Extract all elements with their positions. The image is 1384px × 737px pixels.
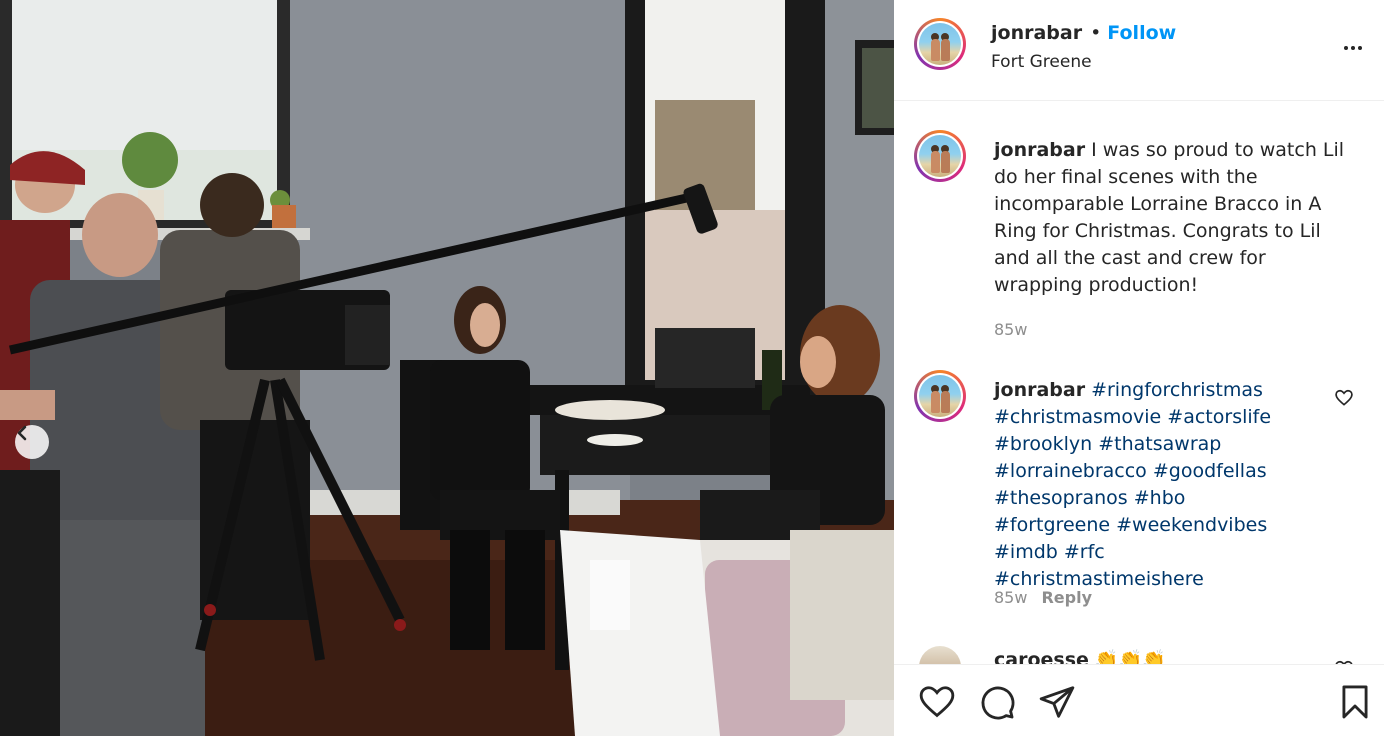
hashtag-link[interactable]: #hbo [1134, 487, 1186, 509]
reply-button[interactable]: Reply [1041, 588, 1092, 607]
hashtag-link[interactable]: #christmastimeishere [994, 568, 1204, 590]
comments-list[interactable]: jonrabar I was so proud to watch Lil do h… [894, 101, 1384, 664]
more-options-icon[interactable] [1341, 36, 1365, 60]
author-username[interactable]: jonrabar [991, 22, 1082, 44]
next-comment-text: caroesse 👏👏👏 [994, 647, 1359, 664]
comment-time[interactable]: 85w [994, 588, 1027, 607]
comment-username[interactable]: jonrabar [994, 379, 1085, 401]
comment-like-heart-icon[interactable] [1334, 388, 1354, 408]
separator-dot: • [1090, 22, 1102, 44]
previous-photo-button[interactable] [15, 425, 49, 459]
hashtag-link[interactable]: #thatsawrap [1098, 433, 1221, 455]
post-photo [0, 0, 894, 736]
action-bar [894, 664, 1384, 737]
hashtag-text-block: jonrabar #ringforchristmas #christmasmovi… [994, 377, 1294, 593]
author-avatar[interactable] [914, 18, 966, 70]
chevron-left-icon [17, 425, 27, 441]
hashtag-link[interactable]: #imdb [994, 541, 1058, 563]
hashtag-link[interactable]: #fortgreene [994, 514, 1110, 536]
comment-meta: 85w Reply [994, 588, 1092, 607]
hashtag-link[interactable]: #lorrainebracco [994, 460, 1147, 482]
caption-avatar[interactable] [914, 130, 966, 182]
hashtag-link[interactable]: #goodfellas [1153, 460, 1267, 482]
bookmark-icon[interactable] [1336, 683, 1374, 721]
post-side-panel: jonrabar • Follow Fort Greene jonrabar I wa… [894, 0, 1384, 737]
caption-text: I was so proud to watch Lil do her final… [994, 139, 1345, 296]
hashtag-link[interactable]: #christmasmovie [994, 406, 1161, 428]
next-comment-username[interactable]: caroesse [994, 649, 1089, 664]
hashtag-list: #ringforchristmas #christmasmovie #actor… [994, 379, 1271, 590]
hashtag-link[interactable]: #ringforchristmas [1091, 379, 1263, 401]
paper-plane-icon[interactable] [1038, 683, 1076, 721]
next-comment-emoji: 👏👏👏 [1094, 649, 1166, 664]
post-header: jonrabar • Follow Fort Greene [894, 0, 1384, 101]
caption-username[interactable]: jonrabar [994, 139, 1085, 161]
next-comment-avatar[interactable] [914, 641, 966, 664]
hashtag-link[interactable]: #thesopranos [994, 487, 1128, 509]
follow-button[interactable]: Follow [1107, 22, 1176, 44]
comment-icon[interactable] [978, 683, 1016, 721]
post-location[interactable]: Fort Greene [991, 52, 1092, 72]
film-set-image [0, 0, 894, 736]
hashtag-link[interactable]: #brooklyn [994, 433, 1092, 455]
hashtag-link[interactable]: #weekendvibes [1116, 514, 1267, 536]
caption-text-block: jonrabar I was so proud to watch Lil do h… [994, 137, 1359, 299]
comment-avatar[interactable] [914, 370, 966, 422]
heart-icon[interactable] [918, 683, 956, 721]
header-user-line: jonrabar • Follow [991, 22, 1176, 44]
caption-time[interactable]: 85w [994, 320, 1027, 339]
hashtag-link[interactable]: #rfc [1064, 541, 1105, 563]
hashtag-link[interactable]: #actorslife [1167, 406, 1271, 428]
